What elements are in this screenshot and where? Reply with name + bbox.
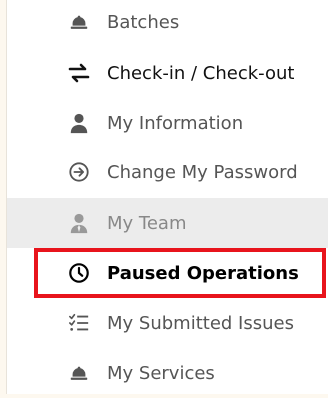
user-icon xyxy=(67,111,91,135)
bell-icon xyxy=(67,361,91,385)
menu-item-batches[interactable]: Batches xyxy=(7,0,328,47)
sidebar-menu: Batches Check-in / Check-out My Informat… xyxy=(6,0,328,394)
menu-item-label: Change My Password xyxy=(107,161,298,183)
menu-item-my-information[interactable]: My Information xyxy=(7,98,328,148)
menu-item-paused-operations[interactable]: Paused Operations xyxy=(7,248,328,298)
list-check-icon xyxy=(67,311,91,335)
bell-icon xyxy=(67,10,91,34)
menu-item-label: Paused Operations xyxy=(107,262,299,284)
clock-icon xyxy=(67,261,91,285)
menu-item-my-submitted-issues[interactable]: My Submitted Issues xyxy=(7,298,328,348)
menu-item-label: Check-in / Check-out xyxy=(107,62,295,84)
menu-item-change-my-password[interactable]: Change My Password xyxy=(7,147,328,197)
swap-arrows-icon xyxy=(67,61,91,85)
menu-item-my-team[interactable]: My Team xyxy=(7,198,328,248)
menu-item-check-in-check-out[interactable]: Check-in / Check-out xyxy=(7,48,328,98)
user-tie-icon xyxy=(67,211,91,235)
menu-item-label: My Information xyxy=(107,112,244,134)
circle-arrow-right-icon xyxy=(67,160,91,184)
menu-item-label: My Submitted Issues xyxy=(107,312,294,334)
menu-item-label: Batches xyxy=(107,11,180,33)
menu-item-my-services[interactable]: My Services xyxy=(7,348,328,398)
menu-item-label: My Services xyxy=(107,362,215,384)
menu-item-label: My Team xyxy=(107,212,187,234)
